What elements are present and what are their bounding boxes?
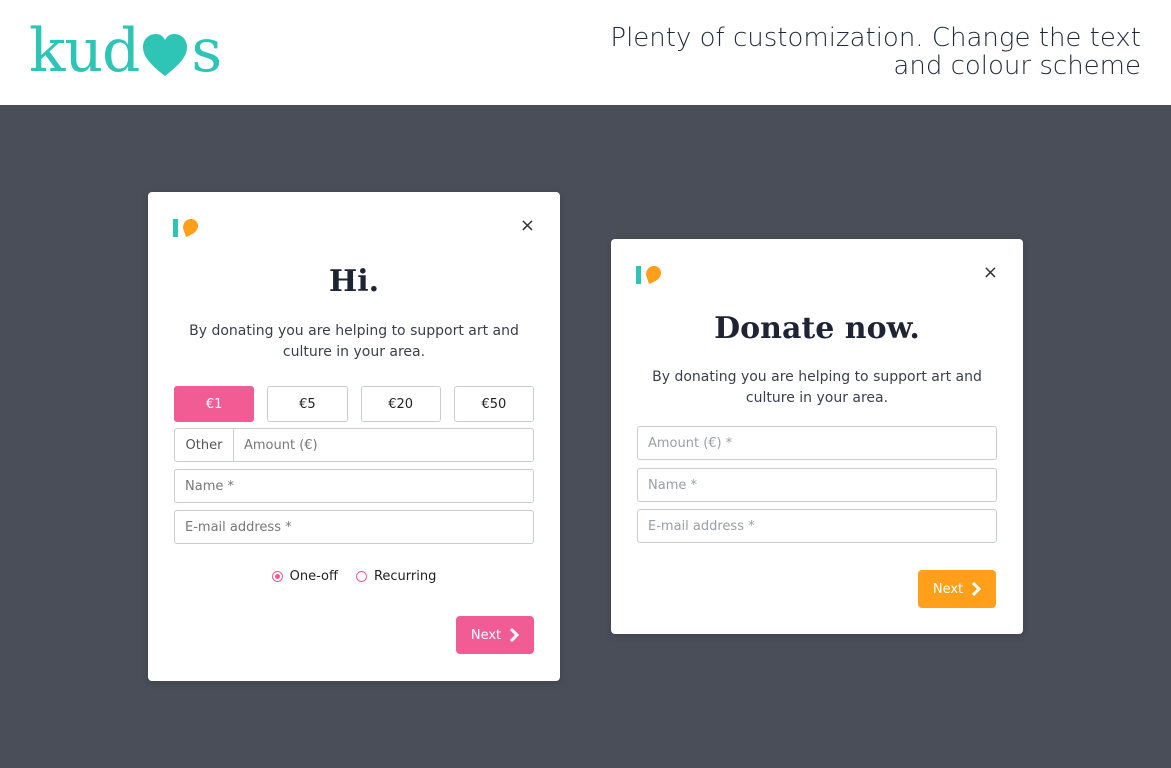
email-field[interactable]: E-mail address * [637, 509, 997, 543]
radio-recurring-label: Recurring [373, 569, 437, 584]
email-placeholder: E-mail address * [185, 519, 292, 535]
logo-text-left: kud [29, 16, 140, 86]
other-label: Other [175, 429, 234, 461]
radio-selected-icon [271, 571, 283, 582]
next-button[interactable]: Next [456, 616, 534, 654]
card-title: Hi. [328, 264, 380, 299]
card-title: Donate now. [714, 311, 920, 346]
next-label: Next [470, 627, 502, 643]
close-icon[interactable]: × [520, 216, 535, 236]
amount-option-5[interactable]: €5 [267, 386, 348, 422]
kudos-k-icon [173, 219, 198, 237]
other-amount-field[interactable]: Other Amount (€) [174, 428, 534, 462]
name-placeholder: Name * [185, 478, 234, 494]
amount-options: €1 €5 €20 €50 [174, 386, 534, 422]
heart-icon [143, 34, 188, 76]
radio-one-off[interactable]: One-off [271, 569, 338, 584]
amount-placeholder: Amount (€) [244, 437, 318, 453]
radio-recurring[interactable]: Recurring [355, 569, 437, 584]
name-field[interactable]: Name * [637, 468, 997, 502]
next-button[interactable]: Next [918, 570, 996, 608]
name-placeholder: Name * [648, 477, 697, 493]
kudos-logo: kud s [29, 16, 222, 86]
close-icon[interactable]: × [983, 263, 998, 283]
amount-option-1[interactable]: €1 [174, 386, 255, 422]
radio-unselected-icon [355, 571, 367, 582]
top-banner: kud s Plenty of customization. Change the… [0, 0, 1171, 105]
name-field[interactable]: Name * [174, 469, 534, 503]
email-placeholder: E-mail address * [648, 518, 755, 534]
card-description: By donating you are helping to support a… [652, 369, 982, 406]
chevron-right-icon [510, 628, 520, 642]
frequency-options: One-off Recurring [148, 569, 560, 584]
donation-card-pink: × Hi. By donating you are helping to sup… [148, 192, 560, 681]
logo-text-right: s [191, 16, 222, 86]
card-description: By donating you are helping to support a… [189, 323, 519, 360]
chevron-right-icon [972, 582, 982, 596]
kudos-k-icon [636, 266, 661, 284]
tagline: Plenty of customization. Change the text… [610, 23, 1141, 81]
radio-one-off-label: One-off [289, 569, 338, 584]
amount-field[interactable]: Amount (€) * [637, 426, 997, 460]
amount-placeholder: Amount (€) * [648, 435, 733, 451]
next-label: Next [932, 581, 964, 597]
amount-option-20[interactable]: €20 [360, 386, 441, 422]
donation-card-orange: × Donate now. By donating you are helpin… [611, 239, 1023, 634]
email-field[interactable]: E-mail address * [174, 510, 534, 544]
amount-option-50[interactable]: €50 [453, 386, 534, 422]
